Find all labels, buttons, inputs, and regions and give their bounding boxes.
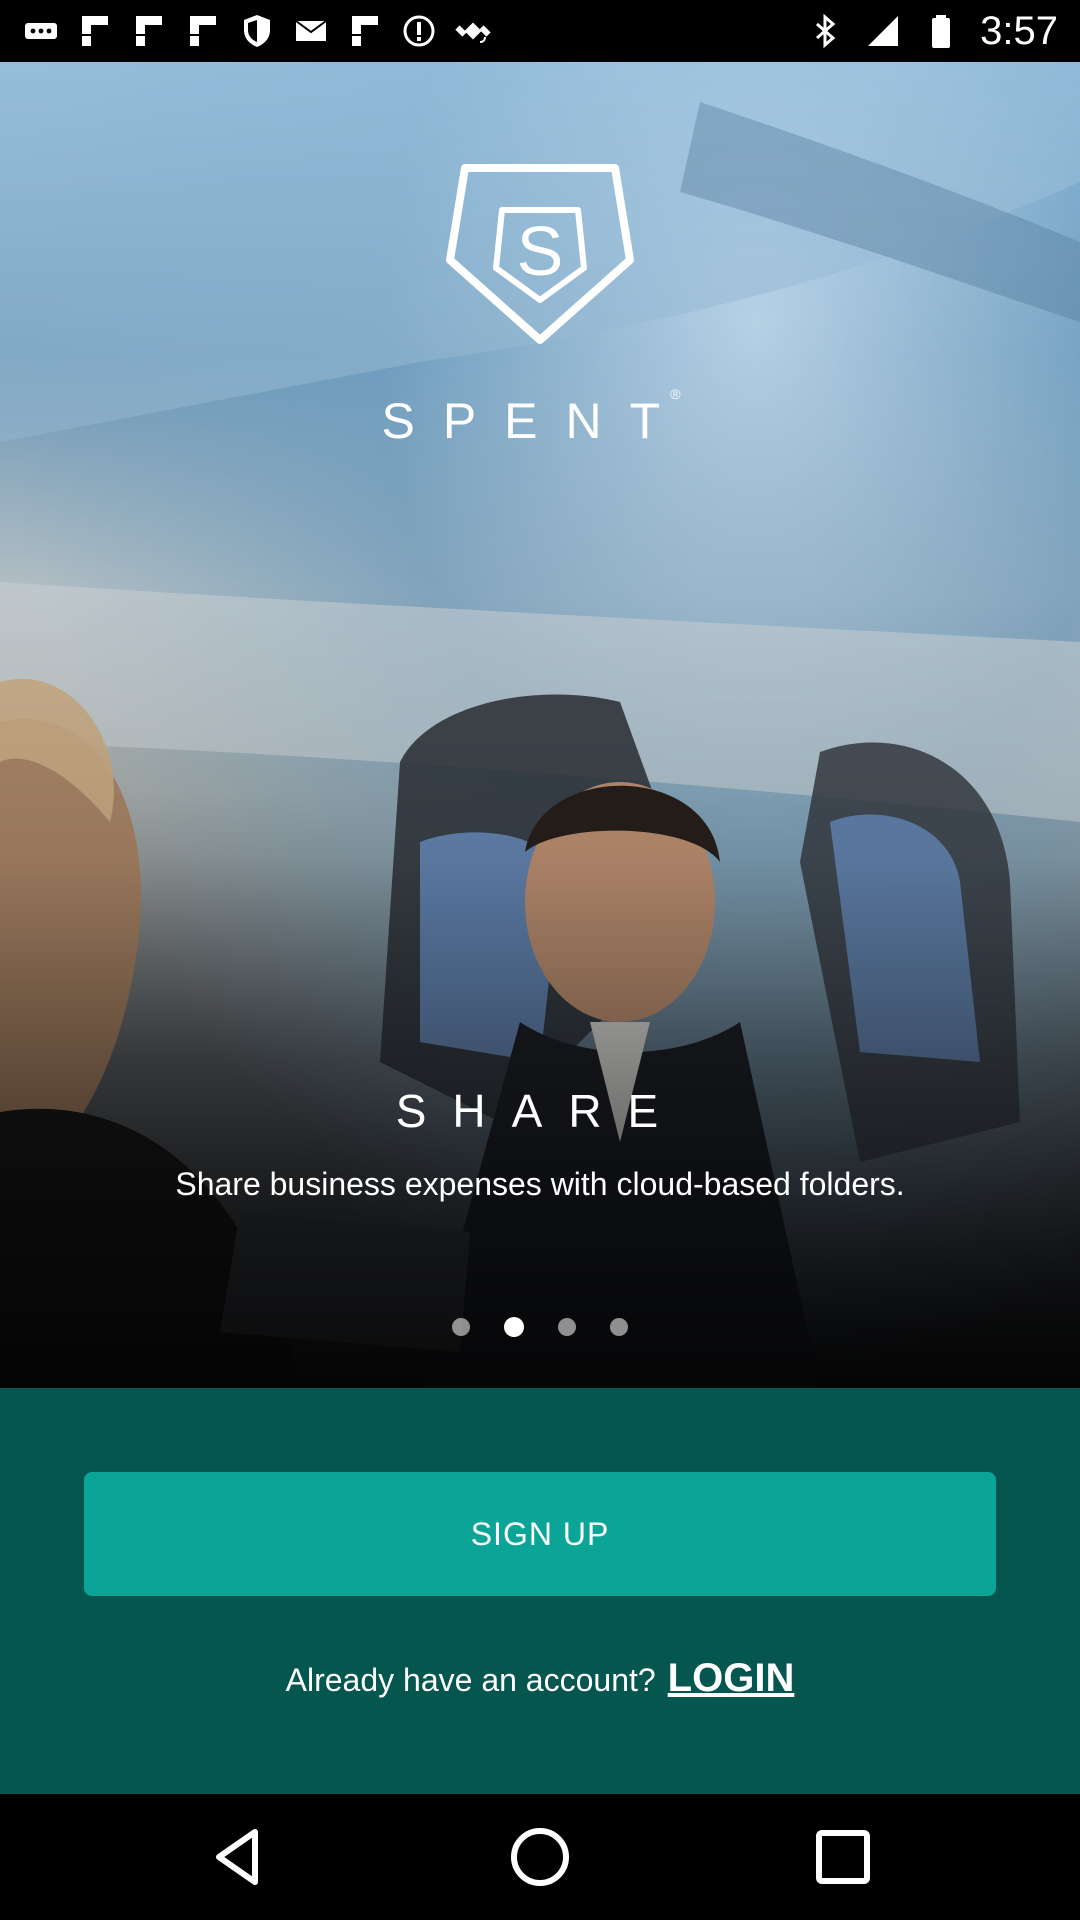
page-dot[interactable]	[610, 1318, 628, 1336]
flipboard-icon	[346, 12, 384, 50]
shield-icon	[238, 12, 276, 50]
notification-icons	[22, 8, 492, 54]
bluetooth-icon	[806, 12, 844, 50]
signup-button[interactable]: SIGN UP	[84, 1472, 996, 1596]
mail-icon	[292, 12, 330, 50]
login-link[interactable]: LOGIN	[668, 1656, 795, 1701]
battery-icon	[922, 12, 960, 50]
brand-text: SPENT	[381, 393, 689, 449]
flipboard-icon	[184, 12, 222, 50]
page-indicator	[0, 1317, 1080, 1337]
auth-panel: SIGN UP Already have an account? LOGIN	[0, 1388, 1080, 1794]
svg-text:S: S	[517, 212, 564, 290]
more-icon	[22, 12, 60, 50]
back-icon[interactable]	[203, 1822, 273, 1892]
info-icon	[400, 12, 438, 50]
signal-icon	[864, 12, 902, 50]
system-nav-bar	[0, 1794, 1080, 1920]
slide-title: SHARE	[395, 1085, 685, 1137]
system-status: 3:57	[806, 8, 1058, 54]
recents-icon[interactable]	[808, 1822, 878, 1892]
page-dot[interactable]	[558, 1318, 576, 1336]
login-row: Already have an account? LOGIN	[0, 1656, 1080, 1701]
hero-carousel[interactable]: S SPENT® SHARE Share business expenses w…	[0, 62, 1080, 1388]
page-dot-active[interactable]	[504, 1317, 524, 1337]
flipboard-icon	[76, 12, 114, 50]
login-prompt: Already have an account?	[285, 1662, 656, 1698]
home-icon[interactable]	[505, 1822, 575, 1892]
flipboard-icon	[130, 12, 168, 50]
satellite-fake-gps-icon	[454, 12, 492, 50]
slide-description: Share business expenses with cloud-based…	[175, 1166, 905, 1202]
status-bar: 3:57	[0, 0, 1080, 62]
registered-mark: ®	[670, 386, 681, 402]
page-dot[interactable]	[452, 1318, 470, 1336]
spent-logo: S	[430, 150, 650, 350]
clock: 3:57	[980, 8, 1058, 53]
brand-name: SPENT®	[0, 386, 1080, 450]
